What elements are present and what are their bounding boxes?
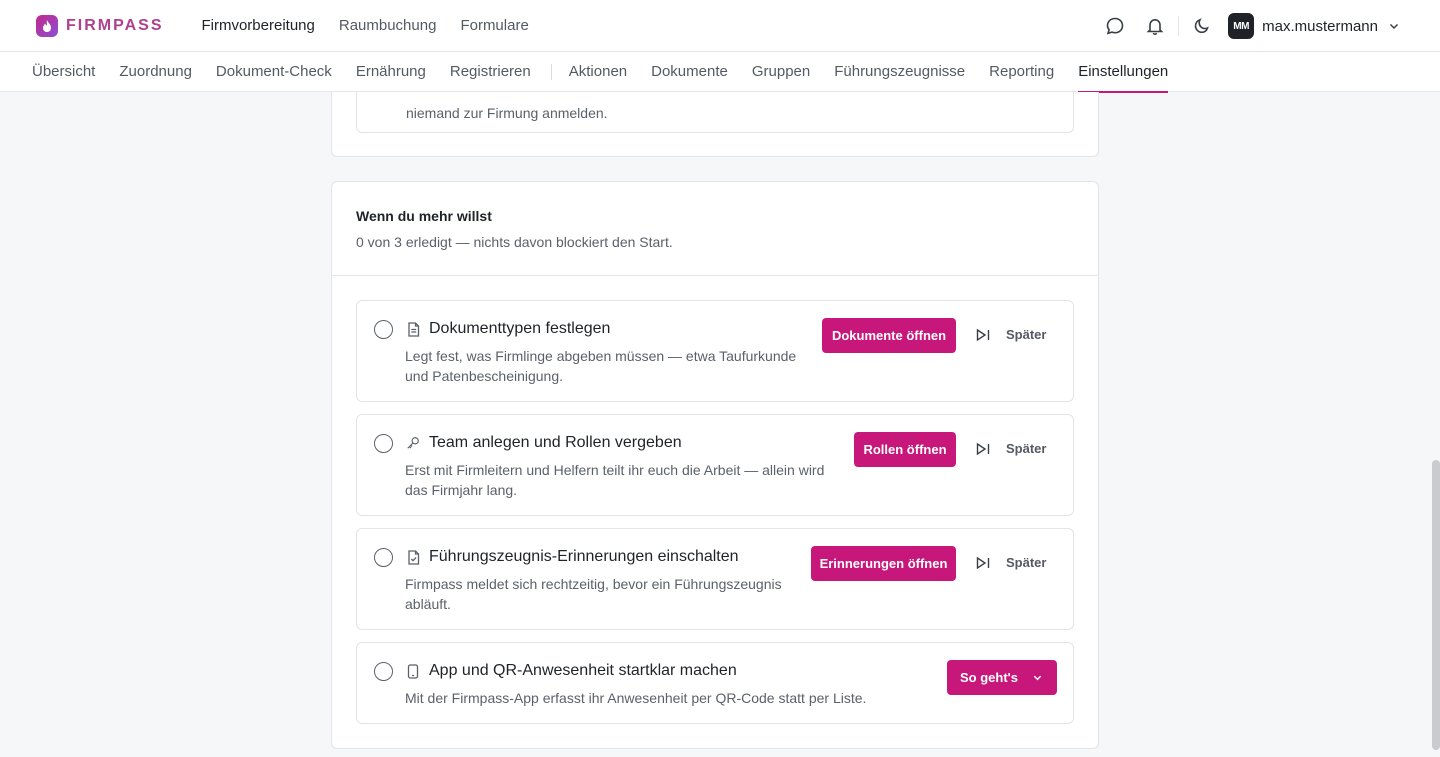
task-title: Dokumenttypen festlegen: [429, 320, 611, 337]
optional-tasks-card: Wenn du mehr willst 0 von 3 erledigt — n…: [331, 181, 1099, 749]
main-content: niemand zur Firmung anmelden. Wenn du me…: [0, 92, 1440, 757]
avatar: MM: [1228, 13, 1255, 39]
tab-gruppen[interactable]: Gruppen: [752, 52, 810, 92]
later-button[interactable]: Später: [976, 555, 1046, 570]
task-item: Dokumenttypen festlegen Legt fest, was F…: [356, 300, 1074, 402]
task-checkbox[interactable]: [374, 434, 393, 453]
task-item: Führungszeugnis-Erinnerungen einschalten…: [356, 528, 1074, 630]
tab-aktionen[interactable]: Aktionen: [569, 52, 627, 92]
task-checkbox[interactable]: [374, 548, 393, 567]
tab-fuehrungszeugnisse[interactable]: Führungszeugnisse: [834, 52, 965, 92]
section-subtitle: 0 von 3 erledigt — nichts davon blockier…: [356, 234, 673, 250]
later-label: Später: [1006, 555, 1047, 570]
tab-reporting[interactable]: Reporting: [989, 52, 1054, 92]
task-description-line: Legt fest, was Firmlinge abgeben müssen …: [405, 348, 797, 364]
user-menu[interactable]: MM max.mustermann: [1228, 13, 1400, 39]
open-reminders-button[interactable]: Erinnerungen öffnen: [811, 546, 956, 581]
task-title: Team anlegen und Rollen vergeben: [429, 434, 682, 451]
later-label: Später: [1006, 441, 1047, 456]
main-nav-formulare[interactable]: Formulare: [460, 17, 528, 34]
previous-task-text: niemand zur Firmung anmelden.: [406, 105, 608, 121]
top-right-actions: MM max.mustermann: [1105, 0, 1400, 52]
skip-forward-icon: [976, 442, 990, 455]
later-button[interactable]: Später: [976, 327, 1046, 342]
section-title: Wenn du mehr willst: [356, 208, 492, 224]
how-to-label: So geht's: [960, 670, 1018, 685]
later-label: Später: [1006, 327, 1047, 342]
task-description: Firmpass meldet sich rechtzeitig, bevor …: [405, 574, 782, 614]
brand[interactable]: FIRMPASS: [36, 14, 164, 37]
skip-forward-icon: [976, 556, 990, 569]
tab-dokumente[interactable]: Dokumente: [651, 52, 728, 92]
task-description: Erst mit Firmleitern und Helfern teilt i…: [405, 460, 824, 500]
flame-logo-icon: [36, 14, 58, 37]
later-button[interactable]: Später: [976, 441, 1046, 456]
key-icon: [406, 435, 420, 451]
document-icon: [406, 321, 420, 337]
sub-nav: Übersicht Zuordnung Dokument-Check Ernäh…: [0, 52, 1440, 93]
task-checkbox[interactable]: [374, 662, 393, 681]
task-checkbox[interactable]: [374, 320, 393, 339]
previous-task: niemand zur Firmung anmelden.: [356, 92, 1074, 133]
task-description-line: Erst mit Firmleitern und Helfern teilt i…: [405, 462, 825, 478]
nav-divider: [550, 63, 552, 80]
task-description: Legt fest, was Firmlinge abgeben müssen …: [405, 346, 796, 386]
bell-icon[interactable]: [1145, 16, 1165, 36]
skip-forward-icon: [976, 328, 990, 341]
task-description-line: das Firmjahr lang.: [405, 482, 518, 498]
open-documents-button[interactable]: Dokumente öffnen: [822, 318, 956, 353]
tab-zuordnung[interactable]: Zuordnung: [119, 52, 192, 92]
tab-uebersicht[interactable]: Übersicht: [32, 52, 95, 92]
tab-dokument-check[interactable]: Dokument-Check: [216, 52, 332, 92]
moon-icon[interactable]: [1192, 16, 1212, 36]
chevron-down-icon: [1032, 672, 1043, 683]
main-nav-raumbuchung[interactable]: Raumbuchung: [339, 17, 437, 34]
task-description: Mit der Firmpass-App erfasst ihr Anwesen…: [405, 688, 866, 708]
task-title: App und QR-Anwesenheit startklar machen: [429, 662, 737, 679]
divider: [1178, 16, 1180, 36]
chat-icon[interactable]: [1105, 16, 1125, 36]
open-roles-button[interactable]: Rollen öffnen: [854, 432, 956, 467]
tab-ernaehrung[interactable]: Ernährung: [356, 52, 426, 92]
task-description-line: abläuft.: [405, 596, 451, 612]
tab-einstellungen[interactable]: Einstellungen: [1078, 52, 1169, 93]
main-nav: Firmvorbereitung Raumbuchung Formulare: [201, 17, 552, 34]
task-description-line: Firmpass meldet sich rechtzeitig, bevor …: [405, 576, 782, 592]
file-check-icon: [406, 549, 420, 565]
task-item: App und QR-Anwesenheit startklar machen …: [356, 642, 1074, 724]
task-title: Führungszeugnis-Erinnerungen einschalten: [429, 548, 739, 565]
task-description-line: und Patenbescheinigung.: [405, 368, 564, 384]
top-bar: FIRMPASS Firmvorbereitung Raumbuchung Fo…: [0, 0, 1440, 52]
username: max.mustermann: [1262, 17, 1378, 35]
tab-registrieren[interactable]: Registrieren: [450, 52, 531, 92]
smartphone-icon: [406, 663, 420, 679]
card-header: Wenn du mehr willst 0 von 3 erledigt — n…: [332, 182, 1098, 276]
brand-name: FIRMPASS: [66, 16, 164, 34]
chevron-down-icon: [1388, 20, 1400, 32]
main-nav-firmvorbereitung[interactable]: Firmvorbereitung: [201, 17, 314, 34]
task-description-line: Mit der Firmpass-App erfasst ihr Anwesen…: [405, 690, 867, 706]
task-item: Team anlegen und Rollen vergeben Erst mi…: [356, 414, 1074, 516]
scrollbar[interactable]: [1432, 460, 1440, 750]
how-to-dropdown-button[interactable]: So geht's: [947, 660, 1057, 695]
previous-card: niemand zur Firmung anmelden.: [331, 92, 1099, 157]
